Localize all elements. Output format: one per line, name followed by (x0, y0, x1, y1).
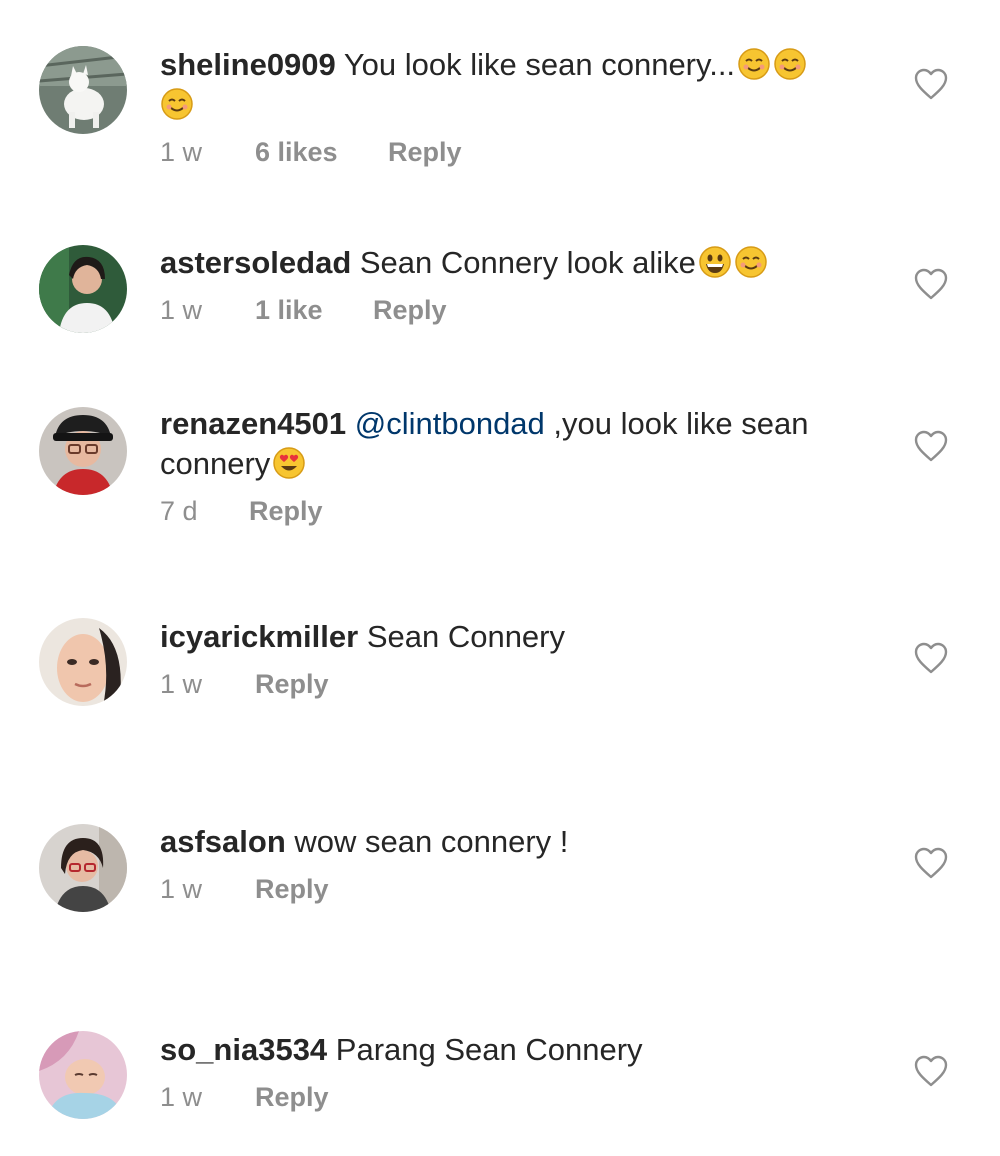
smiling-face-icon (737, 47, 771, 81)
comment-username[interactable]: renazen4501 (160, 406, 346, 441)
comment-body: Sean Connery look alike (351, 245, 696, 280)
comment-username[interactable]: asfsalon (160, 824, 286, 859)
reply-button[interactable]: Reply (388, 137, 462, 168)
comment-body: Parang Sean Connery (327, 1032, 643, 1067)
comment-username[interactable]: icyarickmiller (160, 619, 358, 654)
comment-username[interactable]: astersoledad (160, 245, 351, 280)
comment-meta: 1 w Reply (160, 1082, 880, 1113)
comment-text: astersoledad Sean Connery look alike (160, 243, 880, 283)
heart-outline-icon[interactable] (913, 846, 949, 880)
mention-link[interactable]: @clintbondad (355, 406, 545, 441)
comment-username[interactable]: so_nia3534 (160, 1032, 327, 1067)
avatar[interactable] (39, 407, 127, 495)
avatar[interactable] (39, 46, 127, 134)
grinning-face-icon (698, 245, 732, 279)
comment-text: renazen4501 @clintbondad ,you look like … (160, 404, 880, 484)
comment-time[interactable]: 7 d (160, 496, 249, 527)
avatar[interactable] (39, 245, 127, 333)
comment-likes[interactable]: 1 like (255, 295, 373, 326)
heart-outline-icon[interactable] (913, 67, 949, 101)
heart-eyes-face-icon (272, 446, 306, 480)
comment-time[interactable]: 1 w (160, 137, 255, 168)
avatar[interactable] (39, 618, 127, 706)
smiling-face-icon (734, 245, 768, 279)
smiling-face-icon (160, 87, 194, 121)
comment-body: Sean Connery (358, 619, 566, 654)
heart-outline-icon[interactable] (913, 1054, 949, 1088)
avatar[interactable] (39, 824, 127, 912)
smiling-face-icon (773, 47, 807, 81)
heart-outline-icon[interactable] (913, 641, 949, 675)
comment-meta: 7 d Reply (160, 496, 880, 527)
comment-meta: 1 w Reply (160, 669, 880, 700)
reply-button[interactable]: Reply (373, 295, 447, 326)
comment-meta: 1 w 6 likes Reply (160, 137, 880, 168)
avatar[interactable] (39, 1031, 127, 1119)
heart-outline-icon[interactable] (913, 267, 949, 301)
reply-button[interactable]: Reply (255, 1082, 329, 1113)
reply-button[interactable]: Reply (255, 874, 329, 905)
reply-button[interactable]: Reply (255, 669, 329, 700)
comment-body: You look like sean connery... (335, 47, 736, 82)
comment-username[interactable]: sheline0909 (160, 47, 336, 82)
comment-likes[interactable]: 6 likes (255, 137, 388, 168)
comment-meta: 1 w Reply (160, 874, 880, 905)
comment-time[interactable]: 1 w (160, 295, 255, 326)
comment-text: icyarickmiller Sean Connery (160, 617, 880, 657)
comment-text: so_nia3534 Parang Sean Connery (160, 1030, 880, 1070)
heart-outline-icon[interactable] (913, 429, 949, 463)
comment-text: asfsalon wow sean connery ! (160, 822, 880, 862)
comment-body: wow sean connery ! (285, 824, 569, 859)
comment-text: sheline0909 You look like sean connery..… (160, 45, 880, 125)
reply-button[interactable]: Reply (249, 496, 323, 527)
comment-time[interactable]: 1 w (160, 874, 255, 905)
comment-meta: 1 w 1 like Reply (160, 295, 880, 326)
comment-time[interactable]: 1 w (160, 669, 255, 700)
comment-time[interactable]: 1 w (160, 1082, 255, 1113)
